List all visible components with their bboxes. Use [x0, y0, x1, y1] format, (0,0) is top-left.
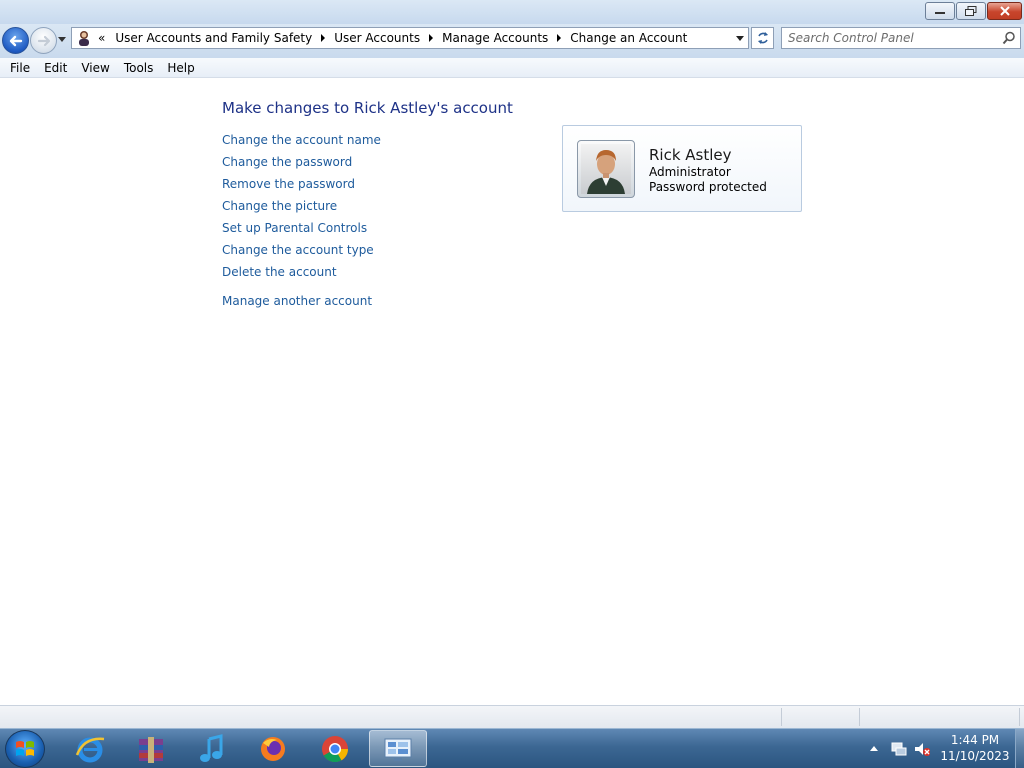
account-name: Rick Astley [649, 146, 732, 164]
account-tile: Rick Astley Administrator Password prote… [562, 125, 802, 212]
address-bar[interactable]: « User Accounts and Family Safety User A… [71, 27, 749, 49]
itunes-icon [200, 733, 223, 762]
breadcrumb-user-accounts[interactable]: User Accounts [330, 31, 424, 45]
firefox-icon [261, 736, 285, 761]
back-button[interactable] [2, 27, 29, 54]
control-panel-user-icon [76, 30, 92, 46]
title-bar [0, 0, 1024, 24]
page-title: Make changes to Rick Astley's account [222, 99, 513, 117]
menu-view[interactable]: View [74, 61, 116, 75]
clock-time: 1:44 PM [950, 733, 1000, 747]
recent-pages-dropdown[interactable] [58, 37, 66, 42]
back-arrow-icon [9, 35, 23, 47]
password-status: Password protected [649, 180, 767, 194]
control-panel-icon [384, 738, 412, 761]
navigation-bar: « User Accounts and Family Safety User A… [0, 24, 1024, 58]
restore-button[interactable] [956, 2, 986, 20]
breadcrumb-manage-accounts[interactable]: Manage Accounts [438, 31, 552, 45]
status-divider [781, 708, 782, 726]
menu-tools[interactable]: Tools [117, 61, 161, 75]
refresh-icon [757, 32, 768, 44]
menu-file[interactable]: File [3, 61, 37, 75]
task-list: Change the account name Change the passw… [222, 132, 381, 315]
show-hidden-icons-button[interactable] [870, 746, 878, 751]
menu-bar: File Edit View Tools Help [0, 58, 1024, 78]
change-picture-link[interactable]: Change the picture [222, 198, 381, 220]
close-button[interactable] [987, 2, 1022, 20]
search-box[interactable] [781, 27, 1021, 49]
account-picture [577, 140, 635, 198]
status-divider [1019, 708, 1020, 726]
forward-button[interactable] [30, 27, 57, 54]
taskbar-itunes[interactable] [183, 730, 241, 767]
address-history-dropdown[interactable] [736, 36, 744, 41]
delete-account-link[interactable]: Delete the account [222, 264, 381, 286]
chrome-icon [322, 735, 349, 762]
manage-another-account-link[interactable]: Manage another account [222, 293, 381, 315]
taskbar: 1:44 PM 11/10/2023 [0, 728, 1024, 768]
start-button[interactable] [5, 730, 45, 768]
breadcrumb-overflow[interactable]: « [98, 31, 105, 45]
search-icon[interactable] [1002, 31, 1016, 45]
minimize-icon [935, 12, 945, 14]
minimize-button[interactable] [925, 2, 955, 20]
status-bar [0, 705, 1024, 728]
winrar-icon [139, 736, 163, 763]
close-icon [999, 6, 1010, 16]
breadcrumb-arrow-icon[interactable] [321, 34, 326, 42]
network-icon[interactable] [891, 741, 907, 757]
internet-explorer-icon [75, 737, 105, 762]
parental-controls-link[interactable]: Set up Parental Controls [222, 220, 381, 242]
taskbar-winrar[interactable] [122, 730, 180, 767]
refresh-button[interactable] [751, 27, 774, 49]
breadcrumb-arrow-icon[interactable] [429, 34, 434, 42]
change-account-type-link[interactable]: Change the account type [222, 242, 381, 264]
taskbar-control-panel[interactable] [369, 730, 427, 767]
system-clock[interactable]: 1:44 PM 11/10/2023 [936, 732, 1014, 764]
breadcrumb-arrow-icon[interactable] [557, 34, 562, 42]
user-photo-icon [581, 144, 631, 194]
restore-icon [965, 6, 977, 16]
status-divider [859, 708, 860, 726]
breadcrumb-change-an-account[interactable]: Change an Account [566, 31, 691, 45]
show-desktop-button[interactable] [1015, 729, 1024, 768]
taskbar-chrome[interactable] [306, 730, 364, 767]
account-type: Administrator [649, 165, 731, 179]
breadcrumb: « User Accounts and Family Safety User A… [96, 28, 691, 48]
main-content: Make changes to Rick Astley's account Ch… [0, 78, 1024, 705]
forward-arrow-icon [37, 35, 51, 47]
volume-muted-icon[interactable] [914, 741, 930, 757]
windows-logo-icon [16, 741, 34, 756]
taskbar-firefox[interactable] [244, 730, 302, 767]
change-account-name-link[interactable]: Change the account name [222, 132, 381, 154]
change-password-link[interactable]: Change the password [222, 154, 381, 176]
menu-help[interactable]: Help [160, 61, 201, 75]
breadcrumb-user-accounts-family-safety[interactable]: User Accounts and Family Safety [111, 31, 316, 45]
search-input[interactable] [788, 29, 998, 47]
remove-password-link[interactable]: Remove the password [222, 176, 381, 198]
menu-edit[interactable]: Edit [37, 61, 74, 75]
clock-date: 11/10/2023 [940, 749, 1010, 763]
taskbar-internet-explorer[interactable] [61, 730, 119, 767]
